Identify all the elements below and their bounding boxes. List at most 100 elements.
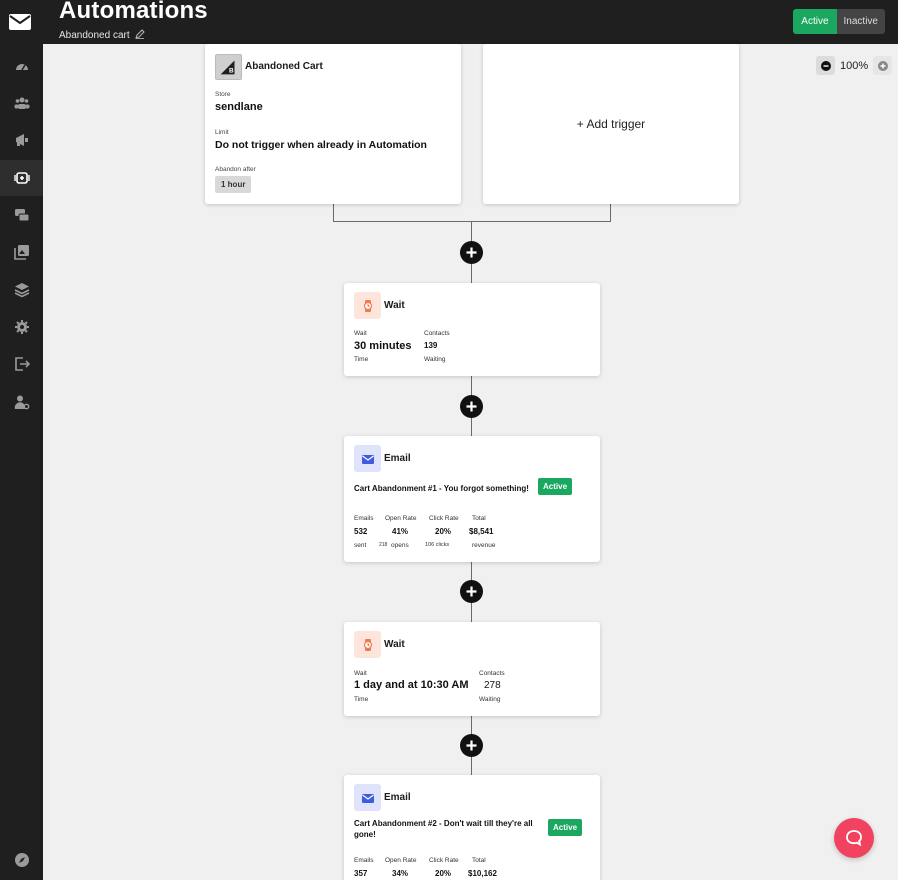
store-value: sendlane <box>215 101 263 113</box>
dashboard-icon[interactable] <box>0 48 43 84</box>
add-trigger-label: + Add trigger <box>576 117 646 131</box>
store-label: Store <box>215 91 231 98</box>
status-badge: Active <box>538 478 573 495</box>
add-step-button[interactable] <box>460 580 483 603</box>
total-label: Total <box>472 857 486 864</box>
connector-line <box>610 204 611 222</box>
pencil-icon[interactable] <box>134 29 145 42</box>
opens-label: opens <box>391 542 409 549</box>
wait-sub: Time <box>354 696 369 703</box>
contacts-sub: Waiting <box>424 356 446 363</box>
contacts-label: Contacts <box>424 330 450 337</box>
click-rate-label: Click Rate <box>429 515 459 522</box>
wait-sub: Time <box>354 356 369 363</box>
click-rate-label: Click Rate <box>429 857 459 864</box>
automations-icon[interactable] <box>0 160 43 196</box>
automation-name-label: Abandoned cart <box>59 30 130 41</box>
connector-line <box>333 221 611 222</box>
click-rate-value: 20% <box>435 869 452 878</box>
wait-label: Wait <box>354 670 367 677</box>
contacts-icon[interactable] <box>0 85 43 121</box>
clicks-sub: 106 clicks <box>425 542 450 548</box>
wait-step-card[interactable]: Wait Wait 30 minutes Time Contacts 139 W… <box>344 283 600 376</box>
contacts-sub: Waiting <box>479 696 501 703</box>
contacts-label: Contacts <box>479 670 505 677</box>
open-rate-value: 41% <box>392 527 409 536</box>
connector-line <box>333 204 334 222</box>
status-active-button[interactable]: Active <box>793 9 837 34</box>
add-step-button[interactable] <box>460 241 483 264</box>
email-icon <box>354 445 381 472</box>
wait-label: Wait <box>354 330 367 337</box>
plus-icon <box>466 247 477 258</box>
page-title: Automations <box>59 0 208 24</box>
page-header: Automations Abandoned cart Active Inacti… <box>43 0 898 44</box>
status-badge: Active <box>548 819 583 836</box>
watch-icon <box>354 292 381 319</box>
contacts-value: 139 <box>424 341 438 350</box>
add-step-button[interactable] <box>460 395 483 418</box>
abandon-value-chip: 1 hour <box>215 176 252 193</box>
email-icon <box>354 784 381 811</box>
plus-icon <box>466 740 477 751</box>
wait-value: 1 day and at 10:30 AM <box>354 679 469 691</box>
emails-label: Emails <box>354 515 374 522</box>
zoom-in-icon <box>877 60 888 71</box>
wait-step-card[interactable]: Wait Wait 1 day and at 10:30 AM Time Con… <box>344 622 600 716</box>
trigger-card[interactable]: B Abandoned Cart Store sendlane Limit Do… <box>205 44 461 204</box>
open-rate-label: Open Rate <box>385 515 417 522</box>
zoom-out-button[interactable] <box>816 56 835 75</box>
zoom-level: 100% <box>840 59 869 72</box>
plus-icon <box>466 401 477 412</box>
help-chat-button[interactable] <box>834 818 874 858</box>
media-icon[interactable] <box>0 234 43 270</box>
emails-label: Emails <box>354 857 374 864</box>
status-toggle: Active Inactive <box>793 9 885 34</box>
account-icon[interactable] <box>0 384 43 420</box>
campaigns-icon[interactable] <box>0 122 43 158</box>
watch-icon <box>354 631 381 658</box>
step-title: Email <box>384 792 411 803</box>
zoom-controls: 100% <box>816 56 893 75</box>
add-trigger-card[interactable]: + Add trigger <box>483 44 739 204</box>
settings-icon[interactable] <box>0 309 43 345</box>
step-title: Wait <box>384 639 405 650</box>
total-label: Total <box>472 515 486 522</box>
click-rate-value: 20% <box>435 527 452 536</box>
opens-count: 218 <box>379 542 388 548</box>
compass-icon[interactable] <box>0 842 43 878</box>
sidebar <box>0 0 43 880</box>
limit-label: Limit <box>215 129 229 136</box>
plus-icon <box>466 586 477 597</box>
emails-sub: sent <box>354 542 367 549</box>
integrations-icon[interactable] <box>0 272 43 308</box>
status-inactive-button[interactable]: Inactive <box>836 9 885 34</box>
chat-bubble-icon <box>846 830 862 847</box>
trigger-title: Abandoned Cart <box>245 61 323 72</box>
total-value: $8,541 <box>469 527 494 536</box>
email-subject: Cart Abandonment #2 - Don't wait till th… <box>354 819 533 839</box>
limit-value: Do not trigger when already in Automatio… <box>215 139 427 151</box>
bigcommerce-logo-icon: B <box>215 54 242 80</box>
email-step-card[interactable]: Email Cart Abandonment #2 - Don't wait t… <box>344 775 600 880</box>
zoom-out-icon <box>820 60 831 71</box>
emails-value: 357 <box>354 869 368 878</box>
email-subject: Cart Abandonment #1 - You forgot somethi… <box>354 484 529 493</box>
step-title: Wait <box>384 300 405 311</box>
mail-logo-icon[interactable] <box>8 12 32 32</box>
automation-name[interactable]: Abandoned cart <box>59 29 145 42</box>
conversations-icon[interactable] <box>0 197 43 233</box>
zoom-in-button[interactable] <box>873 56 893 75</box>
logout-icon[interactable] <box>0 346 43 382</box>
wait-value: 30 minutes <box>354 340 412 352</box>
emails-value: 532 <box>354 527 368 536</box>
open-rate-label: Open Rate <box>385 857 417 864</box>
total-sub: revenue <box>472 542 496 549</box>
step-title: Email <box>384 453 411 464</box>
abandon-label: Abandon after <box>215 166 256 173</box>
add-step-button[interactable] <box>460 734 483 757</box>
email-step-card[interactable]: Email Cart Abandonment #1 - You forgot s… <box>344 436 600 562</box>
contacts-value: 278 <box>484 680 501 691</box>
open-rate-value: 34% <box>392 869 409 878</box>
svg-text:B: B <box>229 68 234 75</box>
